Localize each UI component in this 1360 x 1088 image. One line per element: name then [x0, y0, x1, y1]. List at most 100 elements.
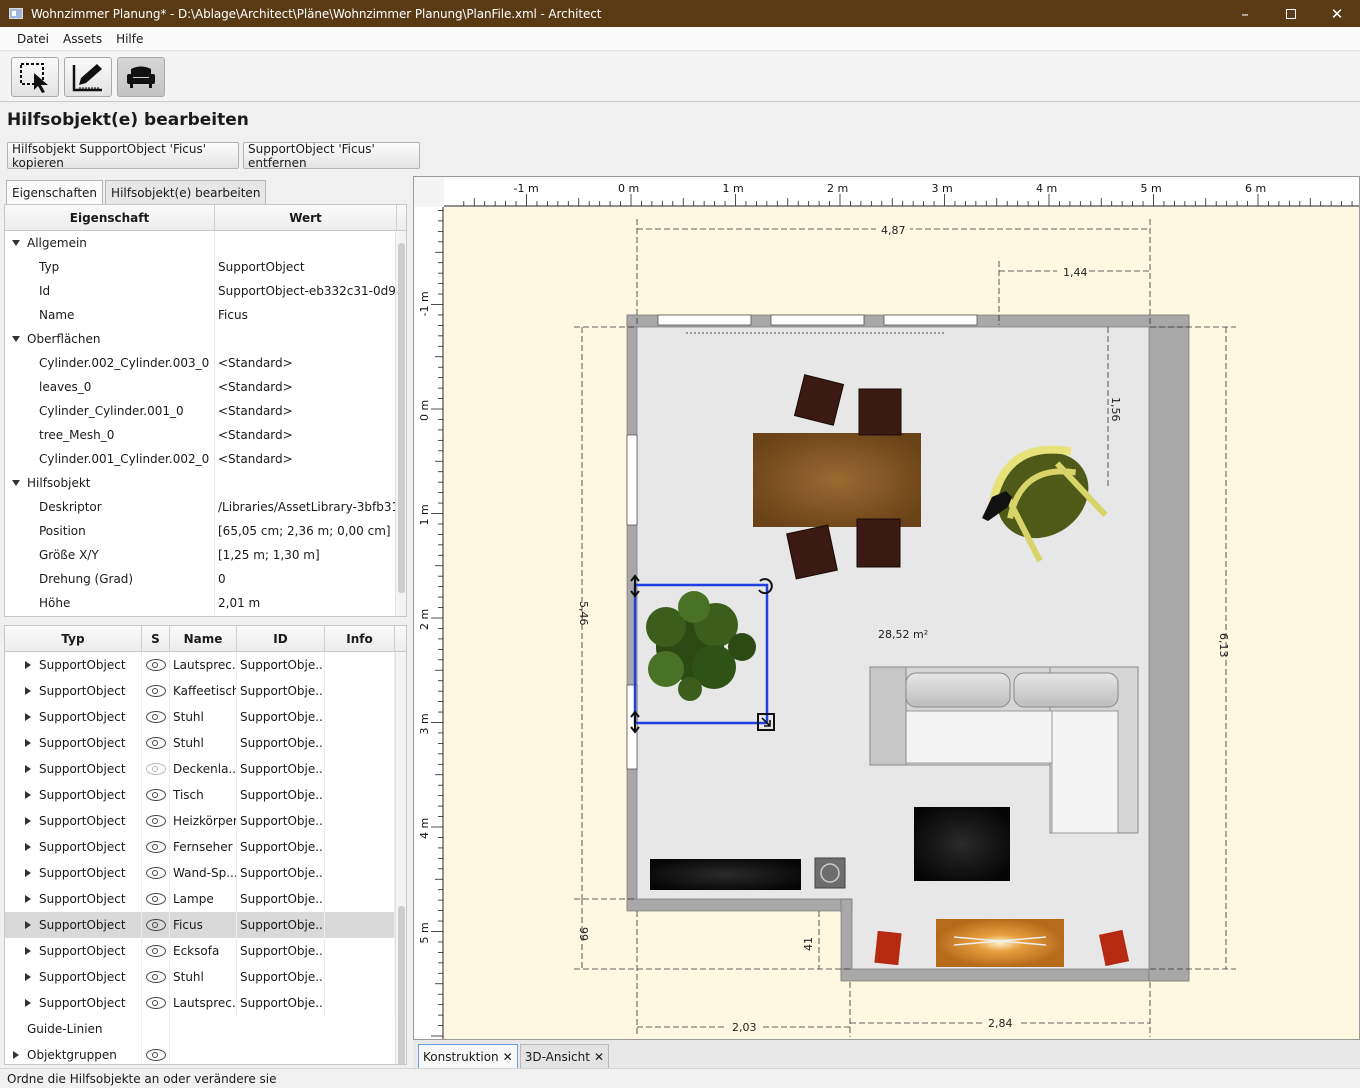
expand-arrow-icon[interactable]: [25, 765, 31, 773]
object-row[interactable]: SupportObject Stuhl SupportObje...: [5, 964, 406, 990]
property-group-row[interactable]: Hilfsobjekt: [5, 471, 406, 495]
eye-icon[interactable]: [145, 919, 166, 931]
menu-assets[interactable]: Assets: [63, 32, 102, 46]
eye-icon[interactable]: [145, 789, 166, 801]
property-value[interactable]: <Standard>: [215, 404, 395, 418]
object-row[interactable]: SupportObject Wand-Sp... SupportObje...: [5, 860, 406, 886]
collapse-arrow-icon[interactable]: [12, 336, 20, 342]
collapse-arrow-icon[interactable]: [12, 240, 20, 246]
object-row[interactable]: SupportObject Stuhl SupportObje...: [5, 704, 406, 730]
expand-arrow-icon[interactable]: [25, 739, 31, 747]
draw-tool-button[interactable]: [64, 57, 112, 97]
plan-canvas[interactable]: -1 m 0 m 1 m 2 m 3 m 4 m 5 m 6 m -1 m 0 m 1 m 2 m 3…: [413, 176, 1360, 1040]
property-row[interactable]: Cylinder.002_Cylinder.003_0 <Standard>: [5, 351, 406, 375]
eye-icon[interactable]: [145, 815, 166, 827]
object-row[interactable]: SupportObject Lautsprec... SupportObje...: [5, 990, 406, 1016]
property-value[interactable]: Ficus: [215, 308, 395, 322]
close-icon[interactable]: ✕: [594, 1050, 604, 1064]
property-value[interactable]: <Standard>: [215, 380, 395, 394]
object-row[interactable]: SupportObject Deckenla... SupportObje...: [5, 756, 406, 782]
property-row[interactable]: Name Ficus: [5, 303, 406, 327]
collapse-arrow-icon[interactable]: [12, 480, 20, 486]
property-value[interactable]: [1,25 m; 1,30 m]: [215, 548, 395, 562]
tab-3d-ansicht[interactable]: 3D-Ansicht ✕: [519, 1044, 610, 1068]
object-row[interactable]: SupportObject Lampe SupportObje...: [5, 886, 406, 912]
property-row[interactable]: Cylinder.001_Cylinder.002_0 <Standard>: [5, 447, 406, 471]
guide-lines-row[interactable]: Guide-Linien: [5, 1016, 406, 1042]
expand-arrow-icon[interactable]: [25, 973, 31, 981]
eye-icon[interactable]: [145, 737, 166, 749]
objects-scrollbar[interactable]: [395, 652, 406, 1064]
object-row[interactable]: SupportObject Kaffeetisch SupportObje...: [5, 678, 406, 704]
properties-scrollbar[interactable]: [395, 231, 406, 616]
property-value[interactable]: SupportObject: [215, 260, 395, 274]
property-value[interactable]: 0: [215, 572, 395, 586]
column-header-id[interactable]: ID: [237, 626, 325, 652]
column-header-value[interactable]: Wert: [215, 205, 397, 230]
column-header-s[interactable]: S: [142, 626, 170, 652]
property-row[interactable]: Position [65,05 cm; 2,36 m; 0,00 cm]: [5, 519, 406, 543]
expand-arrow-icon[interactable]: [25, 895, 31, 903]
expand-arrow-icon[interactable]: [25, 817, 31, 825]
column-header-info[interactable]: Info: [325, 626, 395, 652]
copy-object-button[interactable]: Hilfsobjekt SupportObject 'Ficus' kopier…: [7, 142, 239, 170]
column-header-typ[interactable]: Typ: [5, 626, 142, 652]
object-row[interactable]: SupportObject Lautsprec... SupportObje...: [5, 652, 406, 678]
property-row[interactable]: Drehung (Grad) 0: [5, 567, 406, 591]
eye-icon[interactable]: [145, 867, 166, 879]
expand-arrow-icon[interactable]: [25, 921, 31, 929]
coffee-table[interactable]: [936, 919, 1064, 967]
property-row[interactable]: Deskriptor/Libraries/AssetLibrary-3bfb31…: [5, 495, 406, 519]
object-row[interactable]: SupportObject Ecksofa SupportObje...: [5, 938, 406, 964]
tab-konstruktion[interactable]: Konstruktion ✕: [418, 1044, 518, 1068]
property-row[interactable]: Id SupportObject-eb332c31-0d9...: [5, 279, 406, 303]
red-stool-left[interactable]: [874, 930, 902, 966]
property-value[interactable]: <Standard>: [215, 428, 395, 442]
expand-arrow-icon[interactable]: [25, 713, 31, 721]
property-row[interactable]: Cylinder_Cylinder.001_0 <Standard>: [5, 399, 406, 423]
dining-table[interactable]: [753, 433, 921, 527]
menu-datei[interactable]: Datei: [17, 32, 49, 46]
tab-edit-objects[interactable]: Hilfsobjekt(e) bearbeiten: [105, 180, 267, 204]
column-header-name[interactable]: Name: [170, 626, 237, 652]
property-row[interactable]: tree_Mesh_0 <Standard>: [5, 423, 406, 447]
close-icon[interactable]: ✕: [503, 1050, 513, 1064]
object-row[interactable]: SupportObject Heizkörper SupportObje...: [5, 808, 406, 834]
expand-arrow-icon[interactable]: [25, 999, 31, 1007]
eye-icon[interactable]: [145, 997, 166, 1009]
eye-icon[interactable]: [145, 763, 166, 775]
property-value[interactable]: <Standard>: [215, 452, 395, 466]
expand-arrow-icon[interactable]: [25, 947, 31, 955]
expand-arrow-icon[interactable]: [13, 1051, 19, 1059]
tv-board[interactable]: [650, 859, 801, 890]
property-group-row[interactable]: Allgemein: [5, 231, 406, 255]
tv[interactable]: [914, 807, 1010, 881]
property-value[interactable]: SupportObject-eb332c31-0d9...: [215, 284, 395, 298]
eye-icon[interactable]: [145, 893, 166, 905]
eye-icon[interactable]: [145, 945, 166, 957]
property-value[interactable]: [65,05 cm; 2,36 m; 0,00 cm]: [215, 524, 395, 538]
eye-icon[interactable]: [145, 1049, 166, 1061]
expand-arrow-icon[interactable]: [25, 687, 31, 695]
object-row[interactable]: SupportObject Stuhl SupportObje...: [5, 730, 406, 756]
property-value[interactable]: 2,01 m: [215, 596, 395, 610]
eye-icon[interactable]: [145, 971, 166, 983]
property-group-row[interactable]: Oberflächen: [5, 327, 406, 351]
property-value[interactable]: <Standard>: [215, 356, 395, 370]
expand-arrow-icon[interactable]: [25, 843, 31, 851]
eye-icon[interactable]: [145, 659, 166, 671]
property-row[interactable]: Höhe 2,01 m: [5, 591, 406, 615]
property-row[interactable]: Typ SupportObject: [5, 255, 406, 279]
tab-properties[interactable]: Eigenschaften: [6, 180, 104, 204]
object-row[interactable]: SupportObject Tisch SupportObje...: [5, 782, 406, 808]
furniture-tool-button[interactable]: [117, 57, 165, 97]
eye-icon[interactable]: [145, 685, 166, 697]
object-row[interactable]: SupportObject Fernseher SupportObje...: [5, 834, 406, 860]
menu-hilfe[interactable]: Hilfe: [116, 32, 143, 46]
expand-arrow-icon[interactable]: [25, 869, 31, 877]
maximize-button[interactable]: [1268, 0, 1314, 27]
object-row[interactable]: SupportObject Ficus SupportObje...: [5, 912, 406, 938]
expand-arrow-icon[interactable]: [25, 661, 31, 669]
speaker[interactable]: [814, 857, 846, 889]
remove-object-button[interactable]: SupportObject 'Ficus' entfernen: [243, 142, 420, 170]
